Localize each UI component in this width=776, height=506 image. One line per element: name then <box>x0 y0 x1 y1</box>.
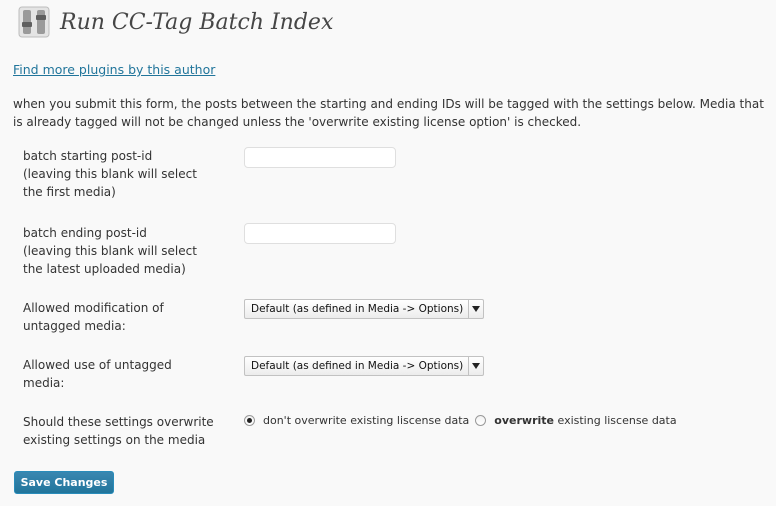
use-select[interactable]: Default (as defined in Media -> Options) <box>244 356 484 376</box>
use-label: Allowed use of untagged media: <box>23 356 233 392</box>
end-id-label-line: the latest uploaded media) <box>23 262 186 276</box>
chevron-down-icon <box>468 357 483 375</box>
start-id-label-line: the first media) <box>23 185 116 199</box>
intro-text: when you submit this form, the posts bet… <box>13 97 764 129</box>
overwrite-label-line: Should these settings overwrite <box>23 415 214 429</box>
save-button[interactable]: Save Changes <box>14 471 114 494</box>
modification-label-line: untagged media: <box>23 319 126 333</box>
overwrite-radio-group: don't overwrite existing liscense data o… <box>244 414 677 427</box>
overwrite-radio-label[interactable]: overwrite existing liscense data <box>494 414 676 427</box>
chevron-down-icon <box>468 300 483 318</box>
author-plugins-link[interactable]: Find more plugins by this author <box>13 62 215 77</box>
overwrite-label: Should these settings overwrite existing… <box>23 413 233 449</box>
use-label-line: Allowed use of untagged <box>23 358 172 372</box>
keep-radio[interactable] <box>244 415 255 426</box>
radio-selected-dot <box>247 418 252 423</box>
end-id-label-line: (leaving this blank will select <box>23 244 197 258</box>
start-id-label-line: (leaving this blank will select <box>23 167 197 181</box>
overwrite-bold-text: overwrite <box>494 414 554 427</box>
start-id-label: batch starting post-id (leaving this bla… <box>23 147 233 201</box>
use-select-value: Default (as defined in Media -> Options) <box>251 360 464 372</box>
modification-label-line: Allowed modification of <box>23 301 164 315</box>
overwrite-label-line: existing settings on the media <box>23 433 206 447</box>
overwrite-rest-text: existing liscense data <box>554 414 677 427</box>
start-id-label-line: batch starting post-id <box>23 149 153 163</box>
overwrite-radio[interactable] <box>475 415 487 426</box>
keep-radio-label[interactable]: don't overwrite existing liscense data <box>263 414 469 427</box>
start-id-input[interactable] <box>244 147 396 168</box>
use-label-line: media: <box>23 376 65 390</box>
plugin-settings-icon <box>18 6 50 38</box>
modification-label: Allowed modification of untagged media: <box>23 299 233 335</box>
modification-select-value: Default (as defined in Media -> Options) <box>251 303 464 315</box>
end-id-label: batch ending post-id (leaving this blank… <box>23 224 233 278</box>
page-header: Run CC-Tag Batch Index <box>18 6 333 38</box>
end-id-label-line: batch ending post-id <box>23 226 147 240</box>
settings-page: Run CC-Tag Batch Index Find more plugins… <box>0 0 776 506</box>
end-id-input[interactable] <box>244 223 396 244</box>
modification-select[interactable]: Default (as defined in Media -> Options) <box>244 299 484 319</box>
page-title: Run CC-Tag Batch Index <box>60 9 334 35</box>
